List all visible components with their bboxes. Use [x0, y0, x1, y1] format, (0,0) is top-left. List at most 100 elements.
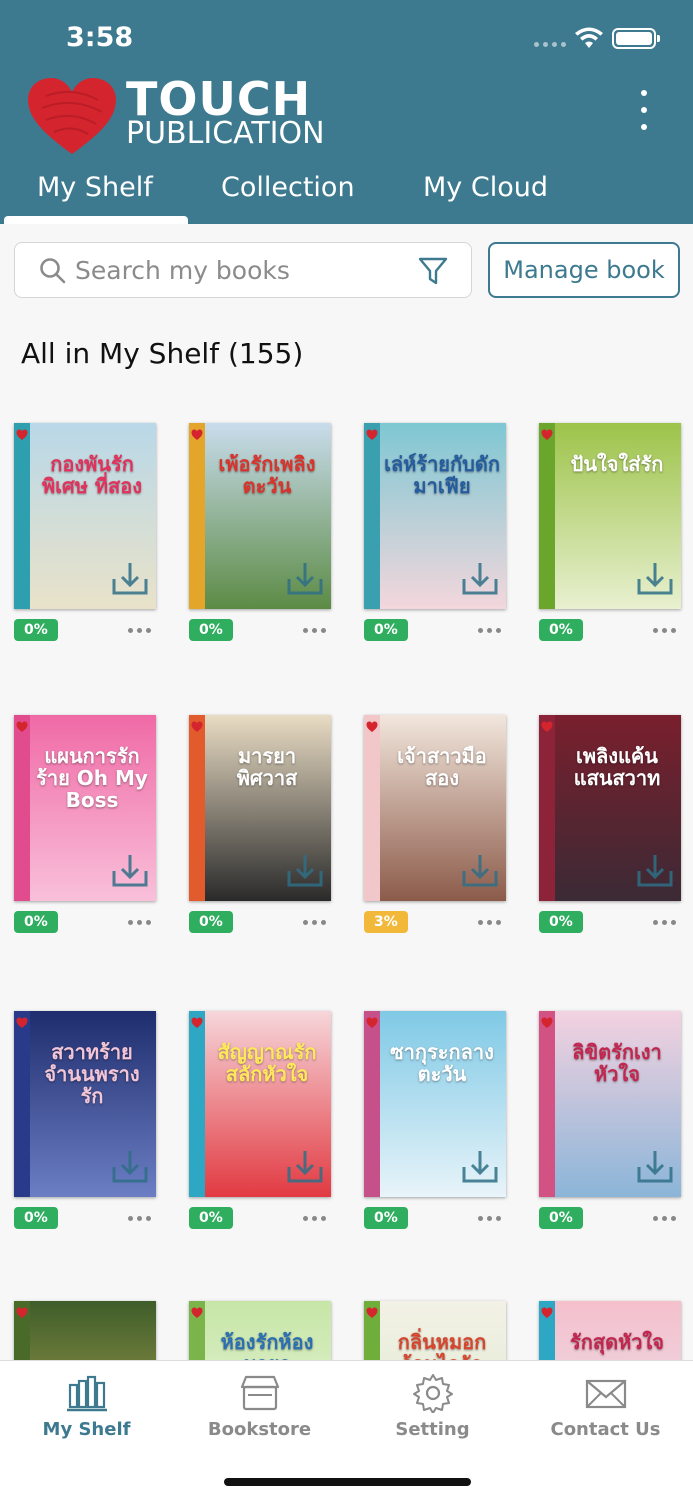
download-icon[interactable]: [110, 559, 150, 599]
book-spine: [364, 715, 380, 901]
nav-label: Setting: [395, 1419, 470, 1440]
download-icon[interactable]: [110, 851, 150, 891]
book-title: เพลิงแค้นแสนสวาท: [573, 744, 661, 790]
publisher-logo-icon: [366, 1017, 378, 1028]
book-spine: [189, 1011, 205, 1197]
search-input[interactable]: [75, 243, 415, 297]
nav-setting[interactable]: Setting: [346, 1361, 519, 1461]
nav-bookstore[interactable]: Bookstore: [173, 1361, 346, 1461]
book-title: แผนการรักร้าย Oh My Boss: [36, 744, 148, 812]
book-cover[interactable]: เล่ห์ร้ายกับดักมาเฟีย: [364, 423, 506, 609]
download-icon[interactable]: [460, 1147, 500, 1187]
progress-badge: 0%: [364, 619, 408, 641]
download-icon[interactable]: [110, 1147, 150, 1187]
book-more-icon[interactable]: [478, 920, 501, 925]
book-spine: [14, 715, 30, 901]
publisher-logo-icon: [16, 1307, 28, 1318]
battery-icon: [612, 28, 660, 49]
book-spine: [14, 423, 30, 609]
wifi-icon: [575, 27, 603, 48]
book-more-icon[interactable]: [303, 920, 326, 925]
book-spine: [189, 423, 205, 609]
more-options-icon[interactable]: [632, 90, 656, 130]
book-title: กองพันรักพิเศษ ที่สอง: [41, 452, 143, 498]
publisher-logo-icon: [16, 429, 28, 440]
progress-badge: 0%: [189, 911, 233, 933]
book-cover[interactable]: เพ้อรักเพลิงตะวัน: [189, 423, 331, 609]
filter-icon[interactable]: [417, 255, 449, 287]
tab-collection[interactable]: Collection: [221, 172, 355, 203]
tab-bar: My Shelf Collection My Cloud: [0, 168, 693, 224]
book-more-icon[interactable]: [128, 628, 151, 633]
progress-badge: 0%: [14, 911, 58, 933]
mail-icon: [585, 1379, 627, 1409]
book-cover[interactable]: ซากุระกลางตะวัน: [364, 1011, 506, 1197]
download-icon[interactable]: [285, 851, 325, 891]
book-spine: [364, 1011, 380, 1197]
publisher-logo-icon: [541, 721, 553, 732]
book-spine: [539, 423, 555, 609]
publisher-logo-icon: [16, 1017, 28, 1028]
book-more-icon[interactable]: [128, 920, 151, 925]
progress-badge: 0%: [539, 911, 583, 933]
book-title: เจ้าสาวมือสอง: [397, 744, 487, 790]
progress-badge: 0%: [364, 1207, 408, 1229]
book-more-icon[interactable]: [653, 628, 676, 633]
download-icon[interactable]: [635, 851, 675, 891]
book-more-icon[interactable]: [478, 1216, 501, 1221]
publisher-logo-icon: [541, 429, 553, 440]
nav-contact-us[interactable]: Contact Us: [519, 1361, 692, 1461]
manage-book-button[interactable]: Manage book: [488, 242, 680, 298]
tab-my-cloud[interactable]: My Cloud: [423, 172, 548, 203]
download-icon[interactable]: [635, 559, 675, 599]
book-title: ซากุระกลางตะวัน: [390, 1040, 494, 1086]
book-cover[interactable]: สัญญาณรักสลักหัวใจ: [189, 1011, 331, 1197]
signal-icon: [534, 42, 566, 47]
publisher-logo-icon: [191, 429, 203, 440]
book-more-icon[interactable]: [128, 1216, 151, 1221]
gear-icon: [413, 1374, 453, 1413]
progress-badge: 0%: [539, 1207, 583, 1229]
search-box[interactable]: [14, 242, 472, 298]
progress-badge: 0%: [539, 619, 583, 641]
publisher-logo-icon: [191, 1017, 203, 1028]
publisher-logo-icon: [541, 1017, 553, 1028]
nav-my-shelf[interactable]: My Shelf: [0, 1361, 173, 1461]
book-cover[interactable]: แผนการรักร้าย Oh My Boss: [14, 715, 156, 901]
progress-badge: 0%: [189, 619, 233, 641]
book-spine: [189, 715, 205, 901]
book-cover[interactable]: เพลิงแค้นแสนสวาท: [539, 715, 681, 901]
book-title: สัญญาณรักสลักหัวใจ: [217, 1040, 317, 1086]
book-title: เล่ห์ร้ายกับดักมาเฟีย: [384, 452, 500, 498]
download-icon[interactable]: [285, 1147, 325, 1187]
download-icon[interactable]: [460, 559, 500, 599]
book-more-icon[interactable]: [303, 628, 326, 633]
publisher-logo-icon: [366, 1307, 378, 1318]
brand-line2: PUBLICATION: [126, 116, 325, 151]
download-icon[interactable]: [635, 1147, 675, 1187]
download-icon[interactable]: [285, 559, 325, 599]
app-root: 3:58 TOUCH PUBLICATION My Shelf Collecti…: [0, 0, 693, 1500]
search-icon: [40, 258, 66, 284]
book-cover[interactable]: เจ้าสาวมือสอง: [364, 715, 506, 901]
book-spine: [364, 423, 380, 609]
status-time: 3:58: [66, 22, 134, 53]
book-title: รักสุดหัวใจ: [570, 1330, 664, 1354]
book-more-icon[interactable]: [303, 1216, 326, 1221]
book-more-icon[interactable]: [478, 628, 501, 633]
book-cover[interactable]: มารยาพิศวาส: [189, 715, 331, 901]
book-cover[interactable]: ปันใจใส่รัก: [539, 423, 681, 609]
book-cover[interactable]: กองพันรักพิเศษ ที่สอง: [14, 423, 156, 609]
book-cover[interactable]: สวาทร้ายจำนนพรางรัก: [14, 1011, 156, 1197]
tab-my-shelf[interactable]: My Shelf: [37, 172, 153, 203]
book-more-icon[interactable]: [653, 920, 676, 925]
progress-badge: 0%: [14, 1207, 58, 1229]
download-icon[interactable]: [460, 851, 500, 891]
book-more-icon[interactable]: [653, 1216, 676, 1221]
nav-label: My Shelf: [42, 1419, 131, 1440]
tab-active-indicator: [4, 216, 188, 224]
header: 3:58 TOUCH PUBLICATION My Shelf Collecti…: [0, 0, 693, 224]
book-spine: [539, 1011, 555, 1197]
nav-label: Contact Us: [550, 1419, 661, 1440]
book-cover[interactable]: ลิขิตรักเงาหัวใจ: [539, 1011, 681, 1197]
